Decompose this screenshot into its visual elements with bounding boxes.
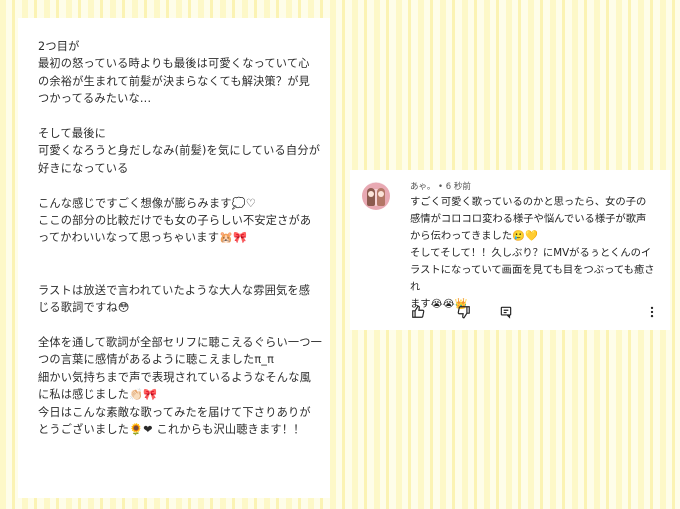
comment-meta: あゃ。 • 6 秒前 [410,180,471,192]
left-note-panel: 2つ目が 最初の怒っている時よりも最後は可愛くなっていて心 の余裕が生まれて前髪… [18,18,330,498]
thumb-up-icon[interactable] [410,304,426,320]
comment-text: すごく可愛く歌っているのかと思ったら、女の子の 感情がコロコロ変わる様子や悩んで… [410,196,655,310]
reply-icon[interactable] [498,304,514,320]
comment-author[interactable]: あゃ。 [410,182,435,192]
comment-actions [410,304,660,320]
avatar[interactable] [362,182,390,210]
thumb-down-icon[interactable] [456,304,472,320]
comment-time: • 6 秒前 [438,182,471,192]
more-icon[interactable] [644,304,660,320]
comment-card: あゃ。 • 6 秒前 すごく可愛く歌っているのかと思ったら、女の子の 感情がコロ… [350,170,670,330]
note-text: 2つ目が 最初の怒っている時よりも最後は可愛くなっていて心 の余裕が生まれて前髪… [38,40,323,436]
